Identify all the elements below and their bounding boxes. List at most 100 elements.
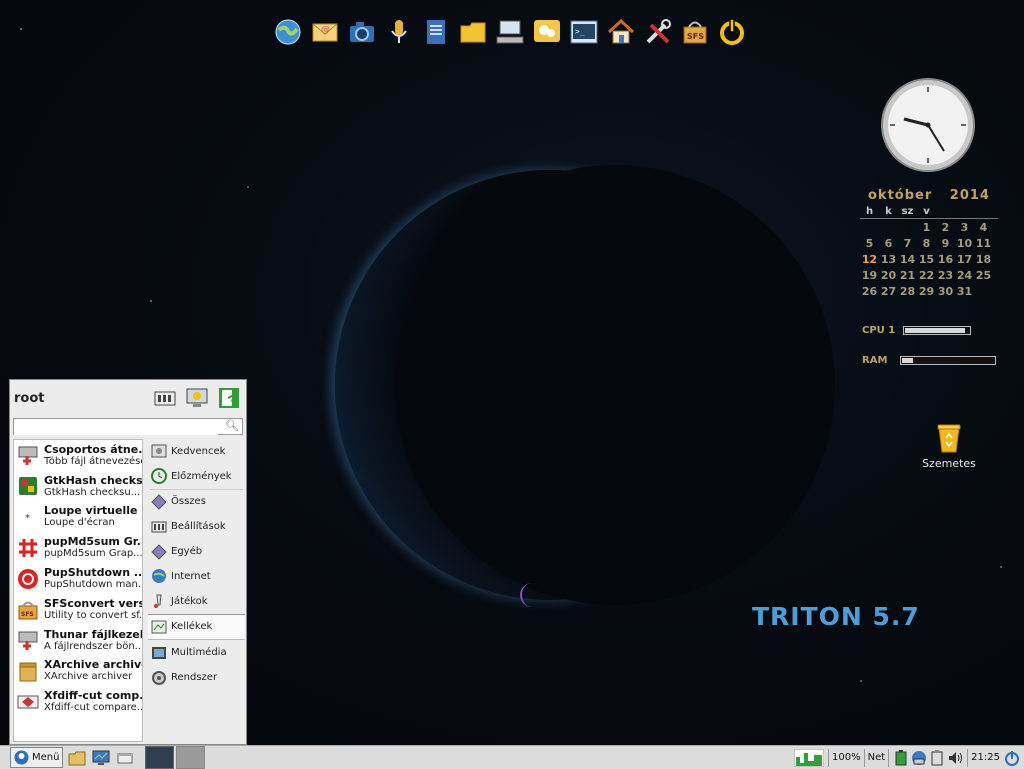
camera-icon[interactable] [346,16,378,48]
category-accessories[interactable]: Kellékek [148,613,245,641]
app-list-item[interactable]: GtkHash checks...GtkHash checksu... [14,471,142,502]
microphone-icon[interactable] [383,16,415,48]
document-icon[interactable] [420,16,452,48]
calendar-day[interactable]: 1 [917,221,936,234]
app-list-item[interactable]: Thunar fájlkezelő A fájlrendszer bön... [14,625,142,656]
category-favorites[interactable]: Kedvencek [148,439,245,464]
category-internet[interactable]: Internet [148,564,245,589]
app-list-item[interactable]: Xfdiff-cut comp... Xfdiff-cut compare... [14,686,142,717]
calendar-day[interactable]: 3 [955,221,974,234]
network-connection-icon[interactable] [911,750,927,766]
app-subtitle: Xfdiff-cut compare... [44,702,142,714]
calendar-day[interactable]: 18 [974,253,993,266]
calendar-day[interactable]: 19 [860,269,879,282]
start-menu-button[interactable]: Menü [10,747,64,768]
calendar-day[interactable]: 5 [860,237,879,250]
calendar-day[interactable]: 4 [974,221,993,234]
calendar-day[interactable]: 29 [917,285,936,298]
show-desktop-icon[interactable] [91,749,111,767]
calendar-day[interactable]: 21 [898,269,917,282]
calendar-day[interactable]: 28 [898,285,917,298]
calendar-day[interactable]: 20 [879,269,898,282]
shutdown-icon[interactable] [1004,750,1020,766]
lock-screen-icon[interactable] [184,386,210,410]
md5-icon [16,536,40,560]
calendar-day[interactable]: 2 [936,221,955,234]
app-list-item[interactable]: SFS SFSconvert vers...Utility to convert … [14,594,142,625]
app-list-item[interactable]: XArchive archiverXArchive archiver [14,656,142,687]
calendar-day[interactable]: 9 [936,237,955,250]
browser-icon[interactable] [272,16,304,48]
start-menu-label: Menü [32,752,60,763]
app-title: SFSconvert vers... [44,596,142,610]
category-all[interactable]: Összes [148,490,245,515]
ram-meter: RAM [862,355,996,366]
calendar-day[interactable]: 13 [879,253,898,266]
app-list-item[interactable]: PupShutdown ... PupShutdown man... [14,563,142,594]
calendar-day[interactable]: 15 [917,253,936,266]
tray-separator [888,748,890,767]
app-subtitle: XArchive archiver [44,671,133,683]
app-list-item[interactable]: Csoportos átne... Több fájl átnevezése [14,440,142,471]
calendar-day[interactable]: 24 [955,269,974,282]
calendar-day[interactable]: 22 [917,269,936,282]
terminal-icon[interactable]: >_ [568,16,600,48]
clipboard-icon[interactable] [929,749,945,766]
clock-time[interactable]: 21:25 [971,752,1000,763]
tools-icon[interactable] [642,16,674,48]
category-label: Kellékek [171,621,213,633]
calendar-day[interactable]: 17 [955,253,974,266]
calendar-day[interactable]: 23 [936,269,955,282]
calendar-day[interactable]: 10 [955,237,974,250]
star [247,186,249,188]
file-manager-quick-icon[interactable] [67,749,87,767]
app-list-item[interactable]: * Loupe virtuelle Loupe d'écran [14,502,142,533]
calendar-day[interactable]: 30 [936,285,955,298]
calendar-day[interactable]: 27 [879,285,898,298]
calendar-day[interactable]: 7 [898,237,917,250]
star [1000,566,1002,568]
network-icon[interactable] [494,16,526,48]
app-title: PupShutdown ... [44,566,142,580]
mail-icon[interactable]: @ [309,16,341,48]
app-subtitle: PupShutdown man... [44,579,142,591]
calendar-day[interactable]: 11 [974,237,993,250]
calendar-day[interactable]: 14 [898,253,917,266]
home-icon[interactable] [605,16,637,48]
folder-icon[interactable] [457,16,489,48]
internet-icon [151,568,167,584]
category-games[interactable]: Játékok [148,589,245,614]
category-multimedia[interactable]: Multimédia [148,640,245,665]
workspace-2[interactable] [176,746,206,769]
category-label: Kedvencek [171,445,226,457]
chat-icon[interactable] [531,16,563,48]
menu-search-input[interactable] [14,419,218,435]
category-system[interactable]: Rendszer [148,665,245,690]
rename-icon [16,443,40,467]
category-settings[interactable]: Beállítások [148,514,245,539]
shutdown-icon [16,567,40,591]
app-list-item[interactable]: pupMd5sum Gr... pupMd5sum Grap... [14,532,142,563]
sfs-icon[interactable]: SFS [679,16,711,48]
taskbar: Menü 100% Net 21:25 [0,745,1024,769]
settings-manager-icon[interactable] [152,386,178,410]
search-icon[interactable]: 🔍︎ [225,419,239,432]
category-other[interactable]: Egyéb [148,539,245,564]
calendar-day[interactable]: 25 [974,269,993,282]
category-history[interactable]: Előzmények [148,464,245,489]
calendar-day[interactable]: 31 [955,285,974,298]
calendar-day[interactable]: 8 [917,237,936,250]
other-icon [151,543,167,560]
workspace-1[interactable] [145,746,175,769]
app-text: pupMd5sum Gr... pupMd5sum Grap... [44,535,142,560]
power-icon[interactable] [716,16,748,48]
battery-icon[interactable] [893,749,909,766]
calendar-day[interactable]: 16 [936,253,955,266]
calendar-day[interactable]: 26 [860,285,879,298]
volume-icon[interactable] [947,750,963,766]
trash-desktop-icon[interactable]: Szemetes [918,422,980,470]
logout-icon[interactable] [216,386,242,410]
calendar-day[interactable]: 6 [879,237,898,250]
calendar-day[interactable]: 12 [860,253,879,266]
window-list-icon[interactable] [115,749,135,767]
